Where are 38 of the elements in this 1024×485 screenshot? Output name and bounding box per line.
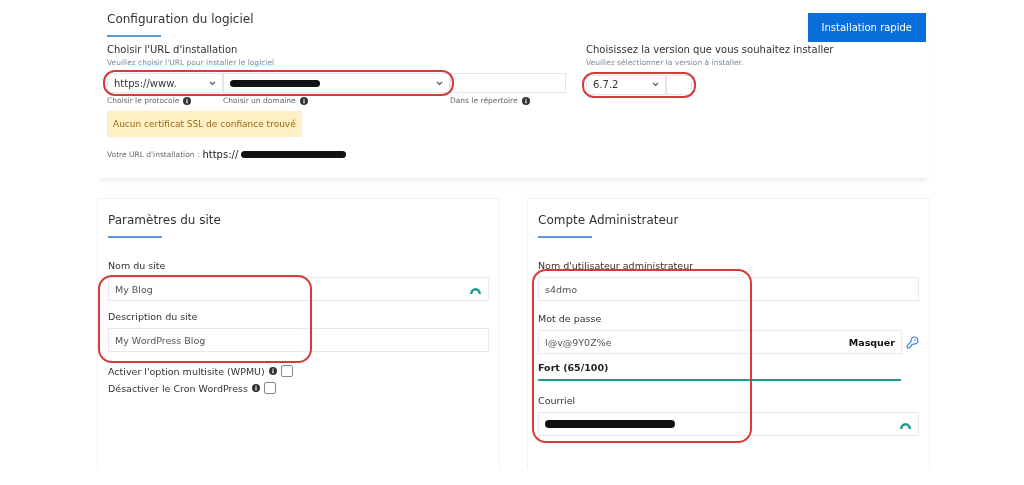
text-field[interactable]: My WordPress Blog: [108, 328, 489, 352]
field-label: Choisissez la version que vous souhaitez installer: [586, 44, 834, 55]
key-icon[interactable]: [906, 335, 919, 349]
field-label: Mot de passe: [538, 313, 603, 324]
text-field[interactable]: s4dmo: [538, 277, 919, 301]
field-label: Nom d'utilisateur administrateur: [538, 260, 695, 271]
info-icon: [521, 96, 530, 105]
section-title: Compte Administrateur: [538, 212, 680, 227]
field-label: Description du site: [108, 311, 199, 322]
protocol-select[interactable]: https://www.: [107, 73, 223, 93]
install-url: https://: [202, 149, 239, 160]
domain-select[interactable]: [223, 73, 450, 93]
info-icon: [252, 384, 261, 392]
caret-icon: [652, 82, 659, 87]
caret-icon: [209, 80, 216, 86]
option-label: Désactiver le Cron WordPress: [108, 382, 249, 394]
field-label: Nom du site: [108, 260, 167, 271]
checkbox[interactable]: [280, 365, 293, 377]
version-extra-field: [666, 74, 692, 95]
password-strength: Fort (65/100): [538, 362, 610, 373]
checkbox[interactable]: [264, 382, 277, 394]
field-label: Courriel: [538, 395, 577, 406]
email-field[interactable]: [538, 412, 919, 436]
caret-icon: [436, 80, 443, 86]
section-title: Configuration du logiciel: [107, 11, 254, 26]
hide-password-toggle[interactable]: Masquer: [848, 336, 895, 348]
version-select[interactable]: 6.7.2: [586, 74, 666, 95]
info-icon: [268, 367, 277, 375]
info-icon: [183, 96, 192, 105]
info-icon: [299, 96, 308, 105]
password-field[interactable]: l@v@9Y0Z%e Masquer: [538, 330, 902, 354]
option-label: Activer l'option multisite (WPMU): [108, 365, 265, 377]
section-title: Paramètres du site: [108, 212, 222, 227]
text-field[interactable]: My Blog: [108, 277, 489, 301]
directory-field[interactable]: [450, 73, 566, 93]
ssl-warning: Aucun certificat SSL de confiance trouvé: [107, 111, 302, 137]
quick-install-button[interactable]: Installation rapide: [807, 13, 926, 42]
field-label: Choisir l'URL d'installation: [107, 44, 239, 55]
